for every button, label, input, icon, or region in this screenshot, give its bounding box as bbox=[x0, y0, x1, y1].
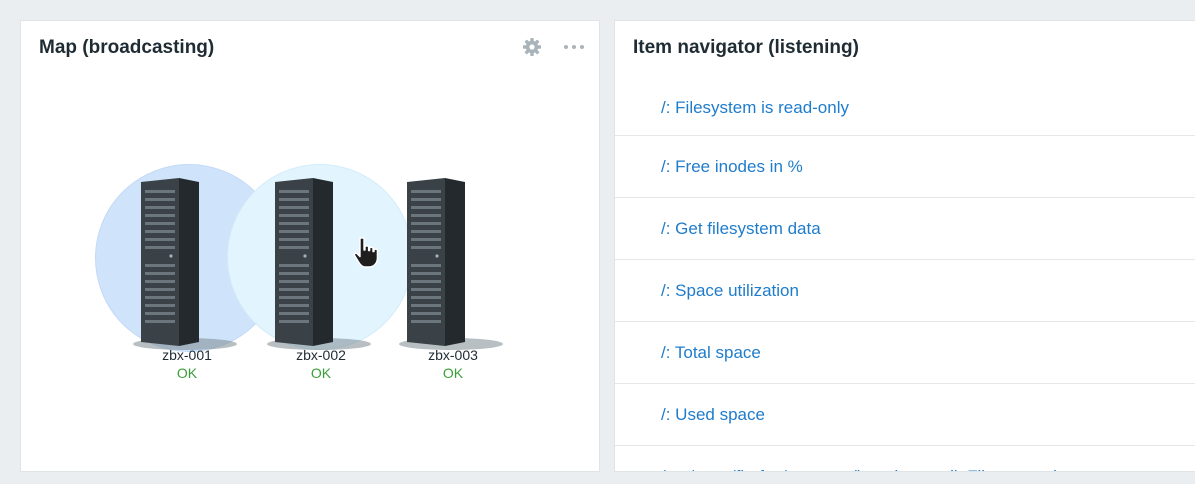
host-status: OK bbox=[442, 365, 464, 381]
map-widget: Map (broadcasting) zbx-001 OK zbx-002 OK… bbox=[20, 20, 600, 472]
item-link[interactable]: /: Get filesystem data bbox=[615, 197, 1195, 259]
gear-icon[interactable] bbox=[519, 36, 545, 58]
host-status: OK bbox=[310, 365, 332, 381]
server-icon[interactable] bbox=[393, 176, 503, 352]
host-name: zbx-001 bbox=[162, 347, 212, 363]
item-navigator-widget: Item navigator (listening) /: Filesystem… bbox=[614, 20, 1195, 472]
host-name: zbx-002 bbox=[296, 347, 346, 363]
server-icon[interactable] bbox=[127, 176, 237, 352]
host-status: OK bbox=[176, 365, 198, 381]
item-link[interactable]: /: Filesystem is read-only bbox=[615, 81, 1195, 135]
item-link[interactable]: /: Used space bbox=[615, 383, 1195, 445]
item-link[interactable]: /var/snap/firefox/common/host-hunspell: … bbox=[615, 445, 1195, 471]
more-icon[interactable] bbox=[561, 36, 587, 58]
hand-cursor-icon bbox=[353, 237, 379, 268]
item-link[interactable]: /: Space utilization bbox=[615, 259, 1195, 321]
host-name: zbx-003 bbox=[428, 347, 478, 363]
item-list: /: Filesystem is read-only /: Free inode… bbox=[615, 81, 1195, 471]
map-widget-title: Map (broadcasting) bbox=[39, 37, 215, 58]
item-navigator-title: Item navigator (listening) bbox=[633, 37, 859, 58]
item-link[interactable]: /: Free inodes in % bbox=[615, 135, 1195, 197]
item-link[interactable]: /: Total space bbox=[615, 321, 1195, 383]
